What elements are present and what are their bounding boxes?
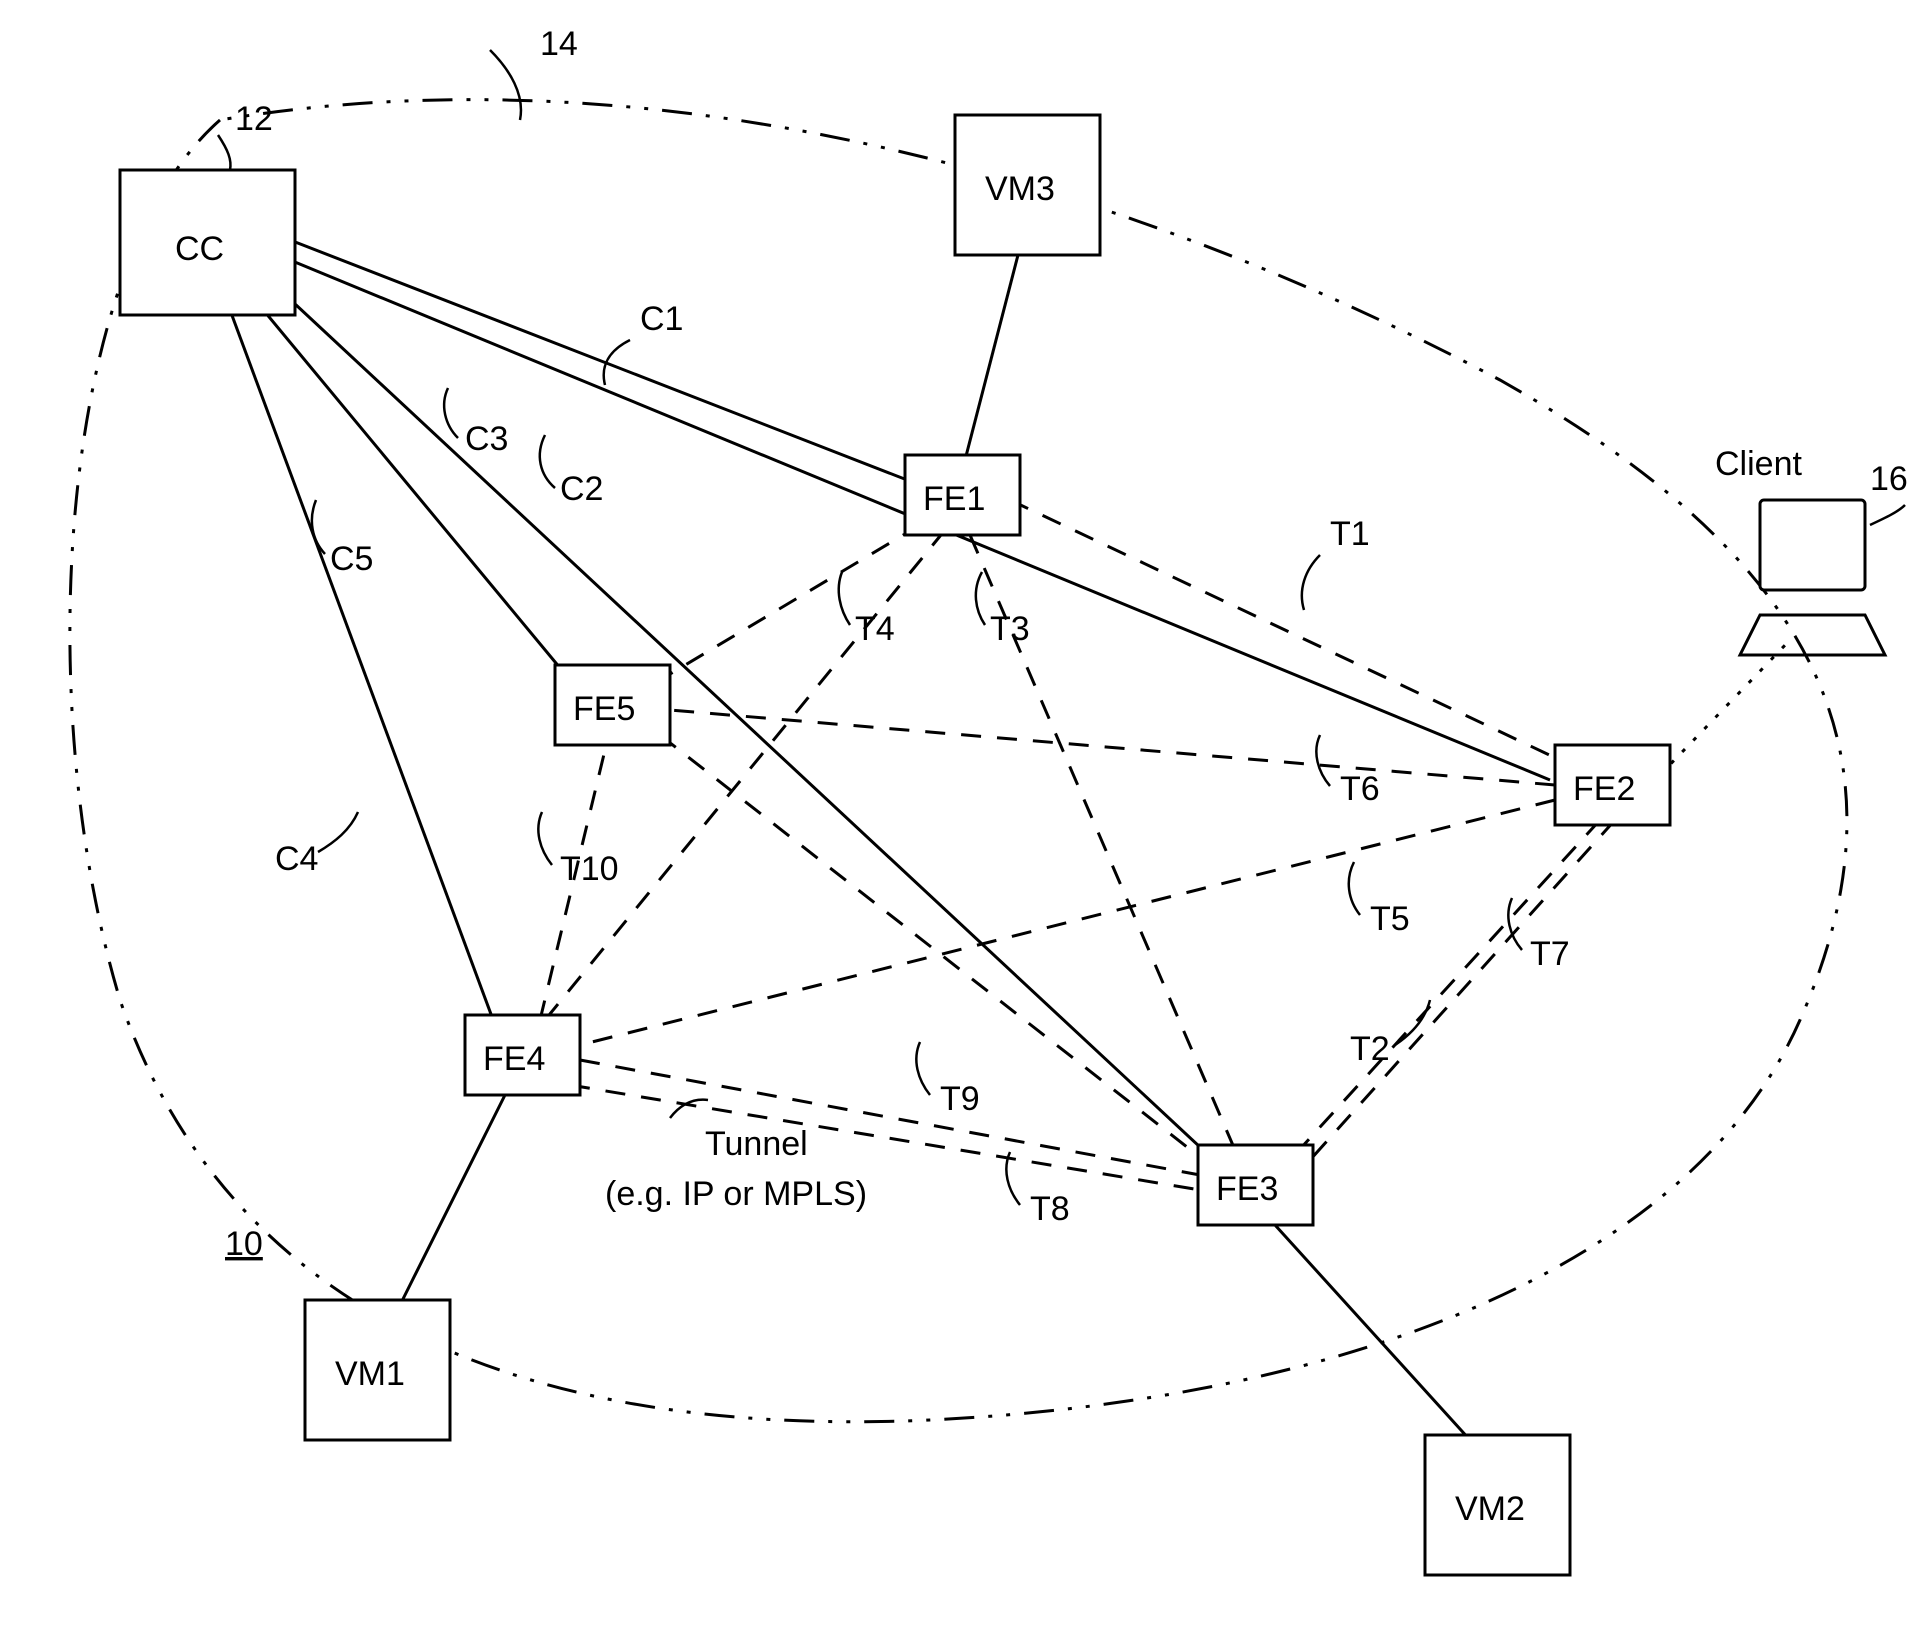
lbl-t6: T6 <box>1340 770 1380 808</box>
lbl-t5: T5 <box>1370 900 1410 938</box>
ref-boundary: 14 <box>540 25 578 63</box>
link-c3 <box>280 290 1230 1175</box>
ref-16-leader <box>1870 505 1905 525</box>
link-fe1-fe4 <box>545 530 945 1020</box>
lbl-c4: C4 <box>275 840 318 878</box>
link-t9 <box>580 1060 1200 1175</box>
lbl-t8: T8 <box>1030 1190 1070 1228</box>
lbl-t1: T1 <box>1330 515 1370 553</box>
node-cc-label: CC <box>175 230 224 268</box>
node-fe1-label: FE1 <box>923 480 985 518</box>
link-fe2-client <box>1660 640 1790 775</box>
link-t2 <box>1290 820 1600 1160</box>
node-fe3-label: FE3 <box>1216 1170 1278 1208</box>
ref-cc: 12 <box>235 100 273 138</box>
link-c4 <box>230 310 495 1025</box>
link-t4 <box>660 525 920 680</box>
client-label: Client <box>1715 445 1802 483</box>
ref-12-leader <box>218 135 231 170</box>
link-fe3-vm2 <box>1275 1225 1470 1440</box>
link-fe5-fe3 <box>660 735 1210 1165</box>
lbl-c2: C2 <box>560 470 603 508</box>
lbl-t3: T3 <box>990 610 1030 648</box>
node-fe5-label: FE5 <box>573 690 635 728</box>
node-fe2-label: FE2 <box>1573 770 1635 808</box>
client-icon <box>1740 500 1885 655</box>
link-t7 <box>1310 820 1615 1160</box>
node-vm3-label: VM3 <box>985 170 1055 208</box>
lbl-t7: T7 <box>1530 935 1570 973</box>
lbl-t9: T9 <box>940 1080 980 1118</box>
lbl-c5: C5 <box>330 540 373 578</box>
ref-system: 10 <box>225 1225 263 1263</box>
node-vm2-label: VM2 <box>1455 1490 1525 1528</box>
link-fe4-vm1 <box>400 1095 505 1305</box>
tunnel-note-2: (e.g. IP or MPLS) <box>605 1175 867 1213</box>
ref-client: 16 <box>1870 460 1908 498</box>
network-diagram: 14 C1 C2 C3 C4 C5 T1 T2 T3 T4 T5 T6 T7 T… <box>0 0 1930 1641</box>
lbl-c3: C3 <box>465 420 508 458</box>
node-vm1-label: VM1 <box>335 1355 405 1393</box>
link-t6 <box>670 710 1555 785</box>
lbl-t10: T10 <box>560 850 619 888</box>
tunnel-note-1: Tunnel <box>705 1125 808 1163</box>
node-fe4-label: FE4 <box>483 1040 545 1078</box>
ref-14-leader <box>490 50 521 120</box>
lbl-c1: C1 <box>640 300 683 338</box>
lbl-t4: T4 <box>855 610 895 648</box>
lbl-t2: T2 <box>1350 1030 1390 1068</box>
link-fe1-vm3 <box>965 255 1018 460</box>
link-t1 <box>1010 500 1560 760</box>
